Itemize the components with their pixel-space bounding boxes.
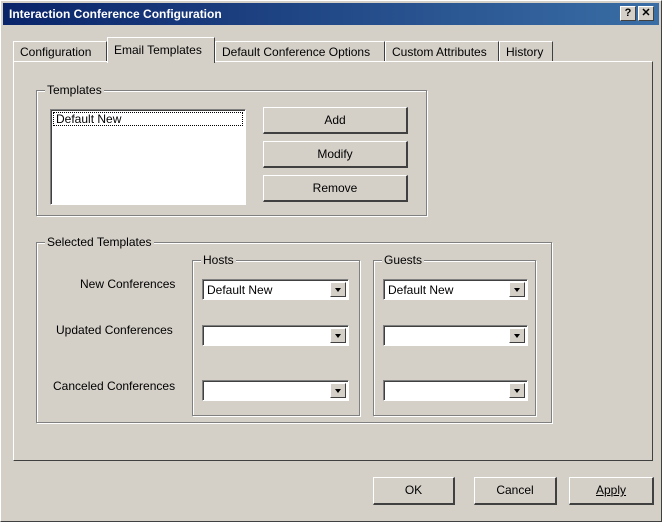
templates-legend: Templates	[45, 83, 104, 97]
selected-templates-legend: Selected Templates	[45, 235, 154, 249]
dialog-window: Interaction Conference Configuration ? ✕…	[0, 0, 662, 522]
chevron-down-icon[interactable]	[509, 282, 525, 297]
chevron-down-icon[interactable]	[330, 383, 346, 398]
new-host-value: Default New	[207, 283, 273, 297]
templates-group: Templates Default New Add Modify Remove	[36, 83, 427, 216]
canceled-host-select[interactable]	[202, 380, 349, 401]
tab-history[interactable]: History	[499, 41, 553, 61]
canceled-guest-select[interactable]	[383, 380, 528, 401]
guests-legend: Guests	[382, 253, 425, 267]
new-guest-value: Default New	[388, 283, 454, 297]
help-button[interactable]: ?	[620, 6, 636, 21]
hosts-group: Hosts Default New	[192, 253, 360, 416]
hosts-legend: Hosts	[201, 253, 236, 267]
templates-listbox[interactable]: Default New	[50, 109, 246, 205]
apply-button[interactable]: Apply	[569, 477, 654, 505]
selected-templates-group: Selected Templates New Conferences Updat…	[36, 235, 552, 423]
updated-guest-select[interactable]	[383, 325, 528, 346]
chevron-down-icon[interactable]	[330, 282, 346, 297]
updated-conferences-label: Updated Conferences	[56, 323, 173, 337]
new-conferences-label: New Conferences	[80, 277, 176, 291]
tab-configuration[interactable]: Configuration	[13, 41, 107, 61]
chevron-down-icon[interactable]	[509, 328, 525, 343]
new-host-select[interactable]: Default New	[202, 279, 349, 300]
ok-button[interactable]: OK	[373, 477, 455, 505]
modify-button[interactable]: Modify	[263, 141, 408, 168]
title-bar[interactable]: Interaction Conference Configuration ? ✕	[3, 3, 659, 25]
list-item[interactable]: Default New	[53, 112, 243, 126]
new-guest-select[interactable]: Default New	[383, 279, 528, 300]
tab-email-templates[interactable]: Email Templates	[107, 37, 215, 63]
guests-group: Guests Default New	[373, 253, 536, 416]
chevron-down-icon[interactable]	[330, 328, 346, 343]
cancel-button[interactable]: Cancel	[474, 477, 557, 505]
tab-default-conference-options[interactable]: Default Conference Options	[215, 41, 385, 61]
add-button[interactable]: Add	[263, 107, 408, 134]
updated-host-select[interactable]	[202, 325, 349, 346]
window-title: Interaction Conference Configuration	[9, 7, 222, 21]
email-templates-panel: Templates Default New Add Modify Remove …	[13, 61, 653, 461]
chevron-down-icon[interactable]	[509, 383, 525, 398]
canceled-conferences-label: Canceled Conferences	[53, 379, 176, 393]
close-button[interactable]: ✕	[638, 6, 654, 21]
remove-button[interactable]: Remove	[263, 175, 408, 202]
tab-custom-attributes[interactable]: Custom Attributes	[385, 41, 499, 61]
